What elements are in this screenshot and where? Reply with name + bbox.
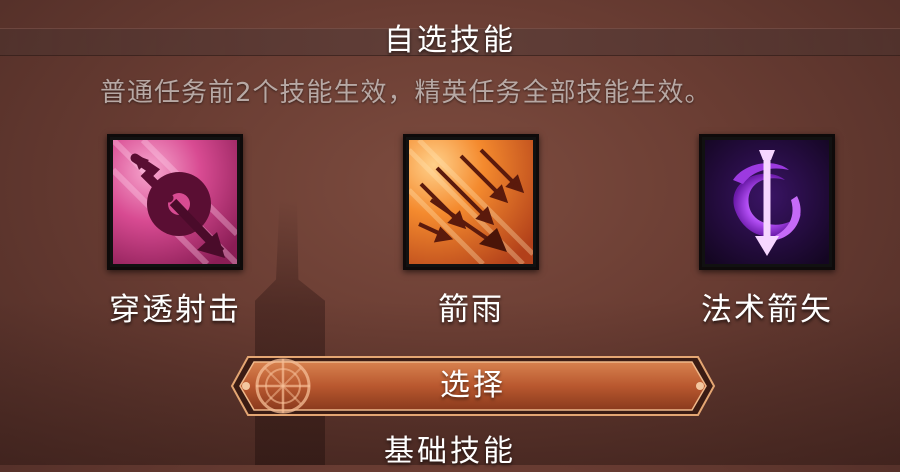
skill-card-arcane-arrow[interactable]: 法术箭矢 xyxy=(677,134,857,330)
section-title: 自选技能 xyxy=(384,23,516,58)
skill-label: 穿透射击 xyxy=(109,292,241,328)
skill-icon-frame xyxy=(107,134,243,270)
select-button-label: 选择 xyxy=(440,368,506,403)
skill-icon-frame xyxy=(403,134,539,270)
arrow-rain-icon xyxy=(409,140,533,264)
skill-icon-frame xyxy=(699,134,835,270)
arcane-arrow-icon xyxy=(705,140,829,264)
skill-label: 箭雨 xyxy=(438,292,504,328)
skill-card-piercing-shot[interactable]: 穿透射击 xyxy=(85,134,265,330)
skill-description: 普通任务前2个技能生效，精英任务全部技能生效。 xyxy=(100,78,712,108)
select-button[interactable]: 选择 xyxy=(230,353,716,419)
basic-skills-title: 基础技能 xyxy=(384,434,516,469)
piercing-shot-icon xyxy=(113,140,237,264)
skill-label: 法术箭矢 xyxy=(701,292,833,328)
skill-card-arrow-rain[interactable]: 箭雨 xyxy=(381,134,561,330)
